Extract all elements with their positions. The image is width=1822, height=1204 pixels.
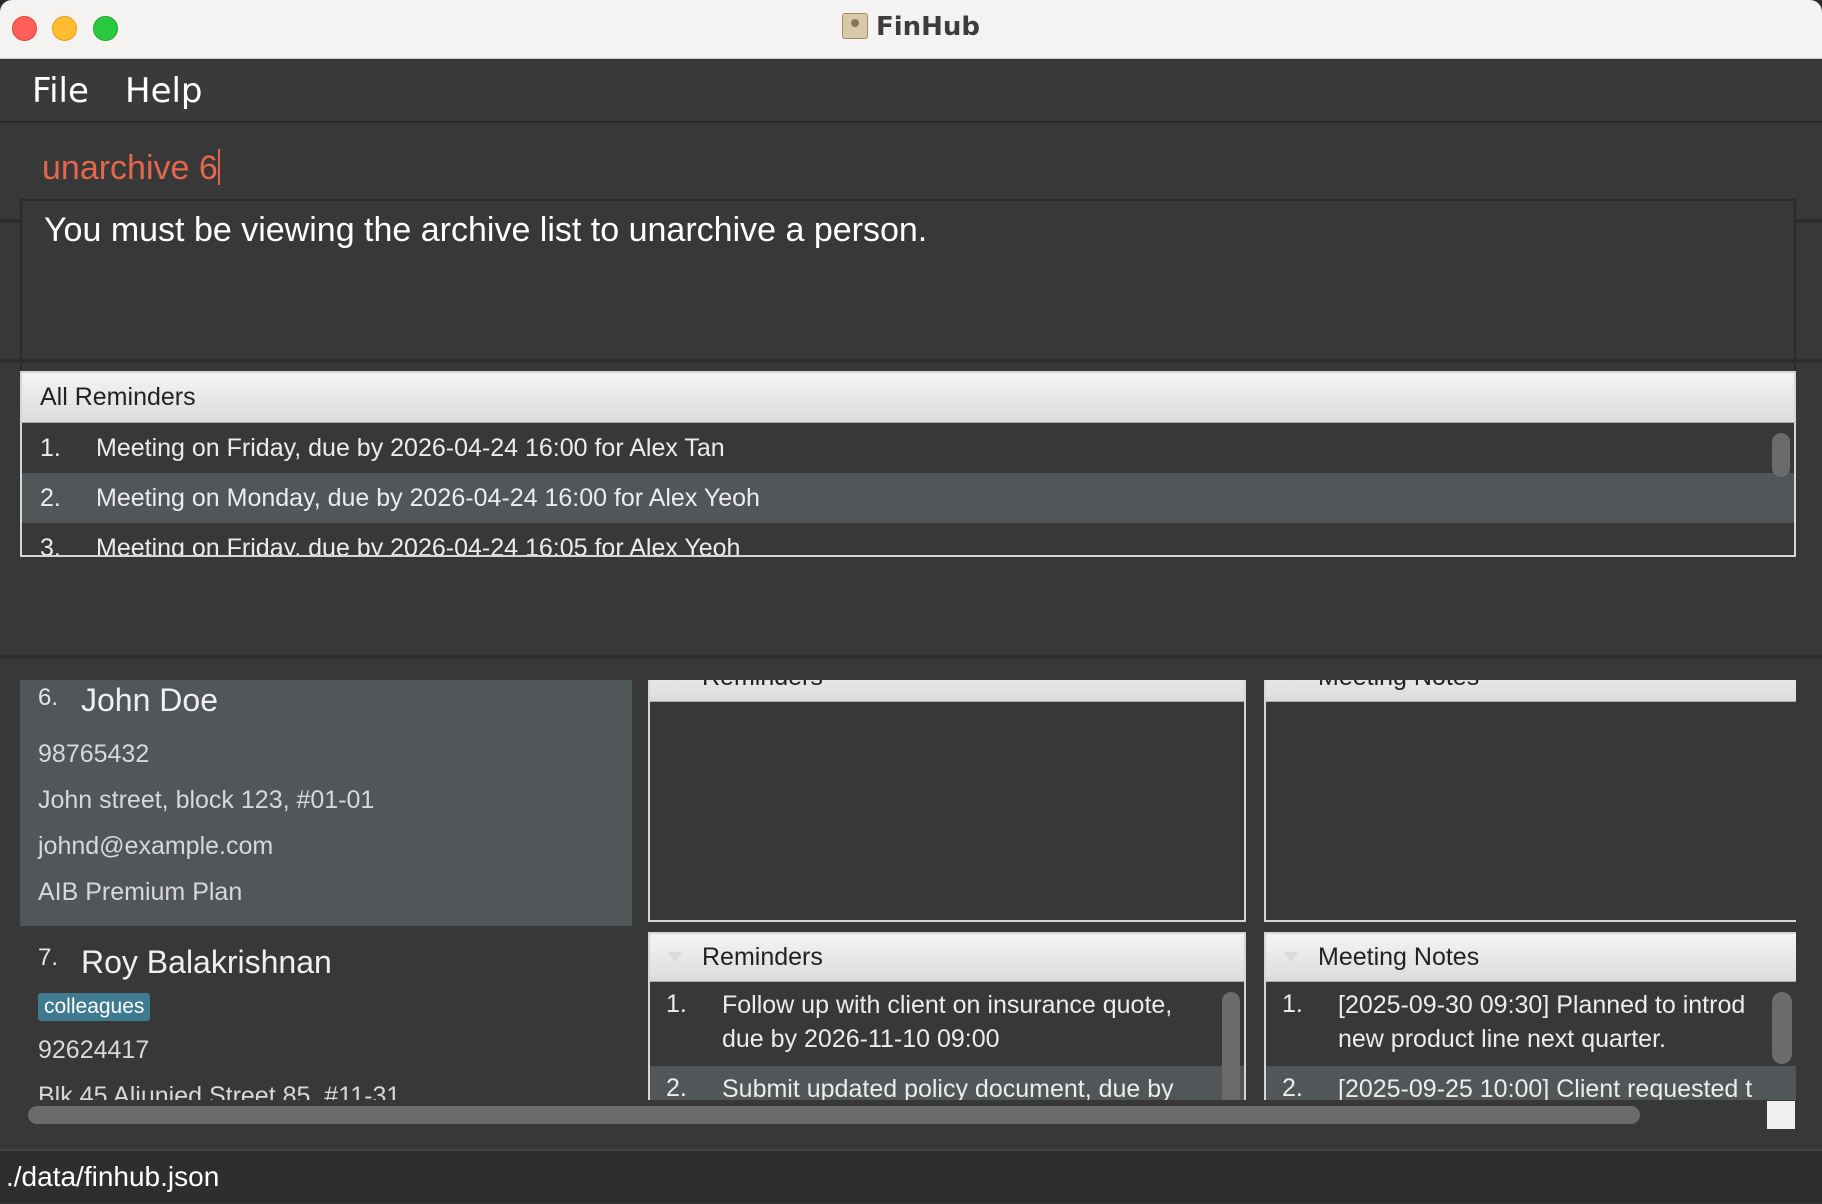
- menu-help[interactable]: Help: [125, 71, 203, 111]
- person-list: 6. John Doe 98765432 John street, block …: [20, 680, 1796, 1100]
- reminder-row[interactable]: 2. Meeting on Monday, due by 2026-04-24 …: [22, 473, 1794, 523]
- person-name: John Doe: [81, 682, 218, 718]
- person-card-details: 7. Roy Balakrishnan colleagues 92624417 …: [20, 930, 632, 1100]
- person-list-hscroll[interactable]: [20, 1101, 1770, 1127]
- person-note-index: 2.: [1282, 1074, 1303, 1100]
- person-phone: 92624417: [38, 1036, 150, 1064]
- person-address: Blk 45 Aljunied Street 85, #11-31: [38, 1082, 401, 1100]
- person-reminder-line1: Follow up with client on insurance quote…: [722, 991, 1173, 1019]
- person-notes-header[interactable]: Meeting Notes: [1266, 680, 1796, 702]
- person-index: 6.: [38, 684, 59, 711]
- hscroll-thumb[interactable]: [28, 1106, 1640, 1124]
- reminder-text: Meeting on Friday, due by 2026-04-24 16:…: [96, 534, 741, 557]
- reminder-index: 3.: [40, 534, 61, 557]
- person-note-row[interactable]: 2. [2025-09-25 10:00] Client requested t: [1266, 1066, 1796, 1100]
- person-tag: colleagues: [38, 993, 151, 1021]
- command-input[interactable]: unarchive 6: [22, 135, 1796, 206]
- collapse-triangle-icon[interactable]: [1284, 952, 1298, 962]
- collapse-triangle-icon[interactable]: [668, 952, 682, 962]
- person-address: John street, block 123, #01-01: [38, 786, 375, 814]
- person-reminders-panel: Reminders: [648, 680, 1246, 922]
- person-note-index: 1.: [1282, 990, 1303, 1018]
- window-title: FinHub: [875, 12, 981, 42]
- reminder-text: Meeting on Friday, due by 2026-04-24 16:…: [96, 434, 725, 462]
- person-card[interactable]: 6. John Doe 98765432 John street, block …: [20, 680, 1796, 926]
- person-notes-title: Meeting Notes: [1318, 680, 1479, 691]
- status-bar: ./data/finhub.json: [0, 1149, 1822, 1203]
- reminder-text: Meeting on Monday, due by 2026-04-24 16:…: [96, 484, 760, 512]
- divider: [0, 655, 1822, 659]
- person-phone: 98765432: [38, 740, 150, 768]
- person-notes-header[interactable]: Meeting Notes: [1266, 934, 1796, 982]
- person-reminder-line1: Submit updated policy document, due by: [722, 1075, 1174, 1100]
- contact-card-icon: [841, 13, 868, 39]
- divider: [0, 359, 1822, 363]
- person-name: Roy Balakrishnan: [81, 944, 332, 980]
- person-plan: AIB Premium Plan: [38, 878, 243, 906]
- app-window: File Help unarchive 6 You must be viewin…: [0, 59, 1822, 1204]
- person-reminder-index: 2.: [666, 1074, 687, 1100]
- reminder-row[interactable]: 3. Meeting on Friday, due by 2026-04-24 …: [22, 523, 1794, 557]
- person-reminders-title: Reminders: [702, 680, 823, 691]
- person-reminder-row[interactable]: 2. Submit updated policy document, due b…: [650, 1066, 1244, 1100]
- person-note-line1: [2025-09-30 09:30] Planned to introd: [1338, 991, 1746, 1019]
- result-message: You must be viewing the archive list to …: [44, 211, 928, 249]
- person-card[interactable]: 7. Roy Balakrishnan colleagues 92624417 …: [20, 930, 1796, 1100]
- all-reminders-title: All Reminders: [22, 373, 1794, 423]
- person-note-row[interactable]: 1. [2025-09-30 09:30] Planned to introd …: [1266, 982, 1796, 1066]
- person-notes-title: Meeting Notes: [1318, 943, 1480, 971]
- data-file-path: ./data/finhub.json: [6, 1161, 220, 1192]
- window-title-wrap: FinHub: [0, 12, 1822, 42]
- person-notes-panel: Meeting Notes: [1264, 680, 1796, 922]
- person-reminder-row[interactable]: 1. Follow up with client on insurance qu…: [650, 982, 1244, 1066]
- reminder-index: 2.: [40, 484, 61, 512]
- result-display: You must be viewing the archive list to …: [20, 199, 1796, 375]
- person-reminders-header[interactable]: Reminders: [650, 680, 1244, 702]
- title-bar: FinHub: [0, 0, 1822, 59]
- person-email: johnd@example.com: [38, 832, 274, 860]
- reminder-row[interactable]: 1. Meeting on Friday, due by 2026-04-24 …: [22, 423, 1794, 473]
- menu-bar: File Help: [0, 59, 1822, 123]
- collapse-triangle-icon[interactable]: [668, 680, 682, 682]
- collapse-triangle-icon[interactable]: [1284, 680, 1298, 682]
- person-notes-panel: Meeting Notes 1. [2025-09-30 09:30] Plan…: [1264, 932, 1796, 1100]
- person-note-line1: [2025-09-25 10:00] Client requested t: [1338, 1075, 1753, 1100]
- person-index: 7.: [38, 944, 59, 971]
- reminder-index: 1.: [40, 434, 61, 462]
- text-caret: [217, 149, 220, 185]
- person-note-line2: new product line next quarter.: [1338, 1025, 1666, 1053]
- reminders-scrollbar[interactable]: [1772, 433, 1790, 477]
- person-card-details: 6. John Doe 98765432 John street, block …: [20, 680, 632, 926]
- person-reminder-line2: due by 2026-11-10 09:00: [722, 1025, 1000, 1053]
- scroll-corner: [1767, 1101, 1795, 1129]
- person-reminders-title: Reminders: [702, 943, 823, 971]
- menu-file[interactable]: File: [32, 71, 89, 111]
- person-list-scrollbar[interactable]: [1772, 992, 1792, 1064]
- person-reminders-header[interactable]: Reminders: [650, 934, 1244, 982]
- person-reminder-index: 1.: [666, 990, 687, 1018]
- person-reminders-scrollbar[interactable]: [1222, 992, 1240, 1100]
- all-reminders-panel: All Reminders 1. Meeting on Friday, due …: [20, 371, 1796, 557]
- person-reminders-panel: Reminders 1. Follow up with client on in…: [648, 932, 1246, 1100]
- command-input-text: unarchive 6: [42, 149, 218, 187]
